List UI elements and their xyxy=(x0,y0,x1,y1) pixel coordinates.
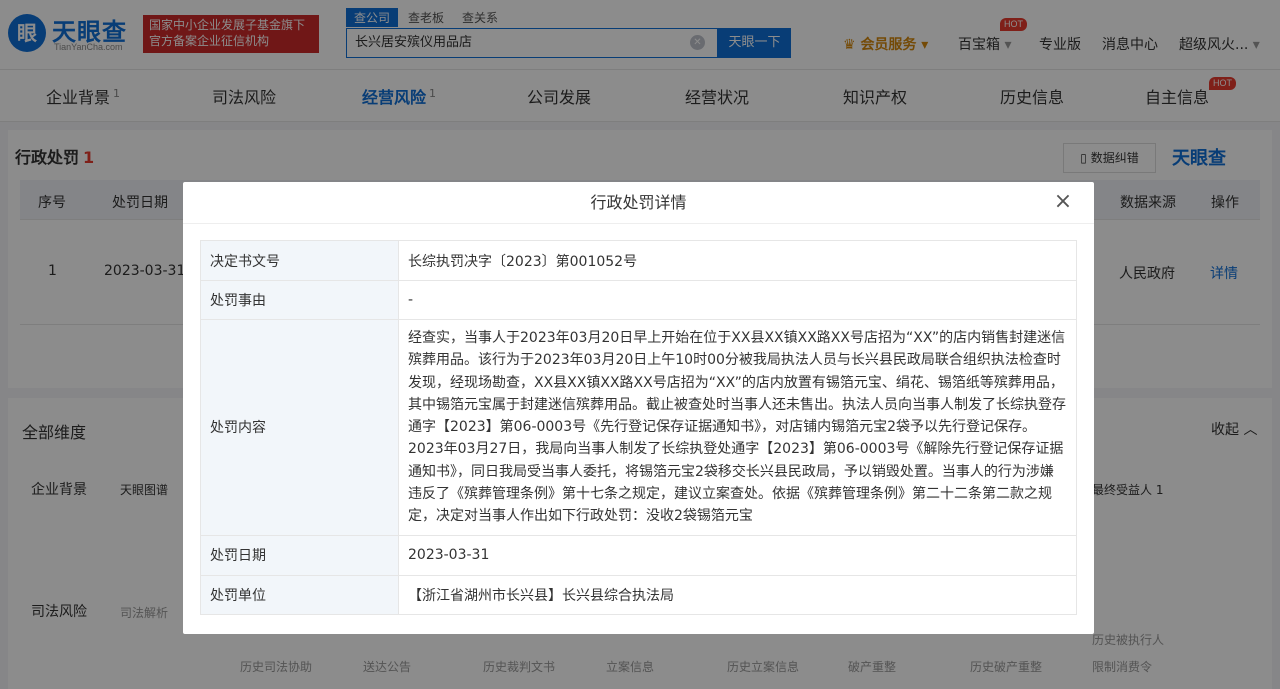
detail-value: 2023-03-31 xyxy=(398,534,1077,576)
detail-key: 处罚事由 xyxy=(200,280,399,320)
penalty-detail-dialog: 行政处罚详情 × 决定书文号 长综执罚决字〔2023〕第001052号 处罚事由… xyxy=(183,182,1094,634)
detail-table: 决定书文号 长综执罚决字〔2023〕第001052号 处罚事由 - 处罚内容 经… xyxy=(200,240,1077,615)
close-icon[interactable]: × xyxy=(1052,191,1074,214)
detail-key: 处罚内容 xyxy=(200,319,399,536)
detail-row: 处罚事由 - xyxy=(200,280,1077,320)
detail-value: - xyxy=(398,280,1077,320)
detail-key: 处罚单位 xyxy=(200,574,399,615)
detail-key: 处罚日期 xyxy=(200,534,399,576)
detail-value: 【浙江省湖州市长兴县】长兴县综合执法局 xyxy=(398,574,1077,615)
detail-row: 处罚内容 经查实，当事人于2023年03月20日早上开始在位于XX县XX镇XX路… xyxy=(200,319,1077,536)
detail-row: 处罚日期 2023-03-31 xyxy=(200,534,1077,576)
dialog-title: 行政处罚详情 xyxy=(183,182,1094,224)
detail-key: 决定书文号 xyxy=(200,240,399,281)
detail-row: 处罚单位 【浙江省湖州市长兴县】长兴县综合执法局 xyxy=(200,574,1077,615)
detail-value: 长综执罚决字〔2023〕第001052号 xyxy=(398,240,1077,281)
detail-value: 经查实，当事人于2023年03月20日早上开始在位于XX县XX镇XX路XX号店招… xyxy=(398,319,1077,536)
detail-row: 决定书文号 长综执罚决字〔2023〕第001052号 xyxy=(200,240,1077,281)
